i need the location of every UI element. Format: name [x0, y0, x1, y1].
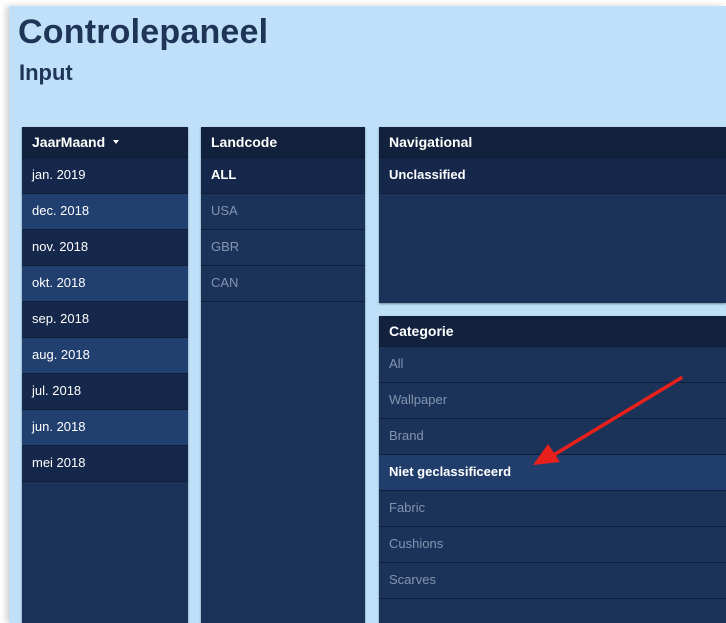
red-arrow-icon	[533, 376, 683, 465]
